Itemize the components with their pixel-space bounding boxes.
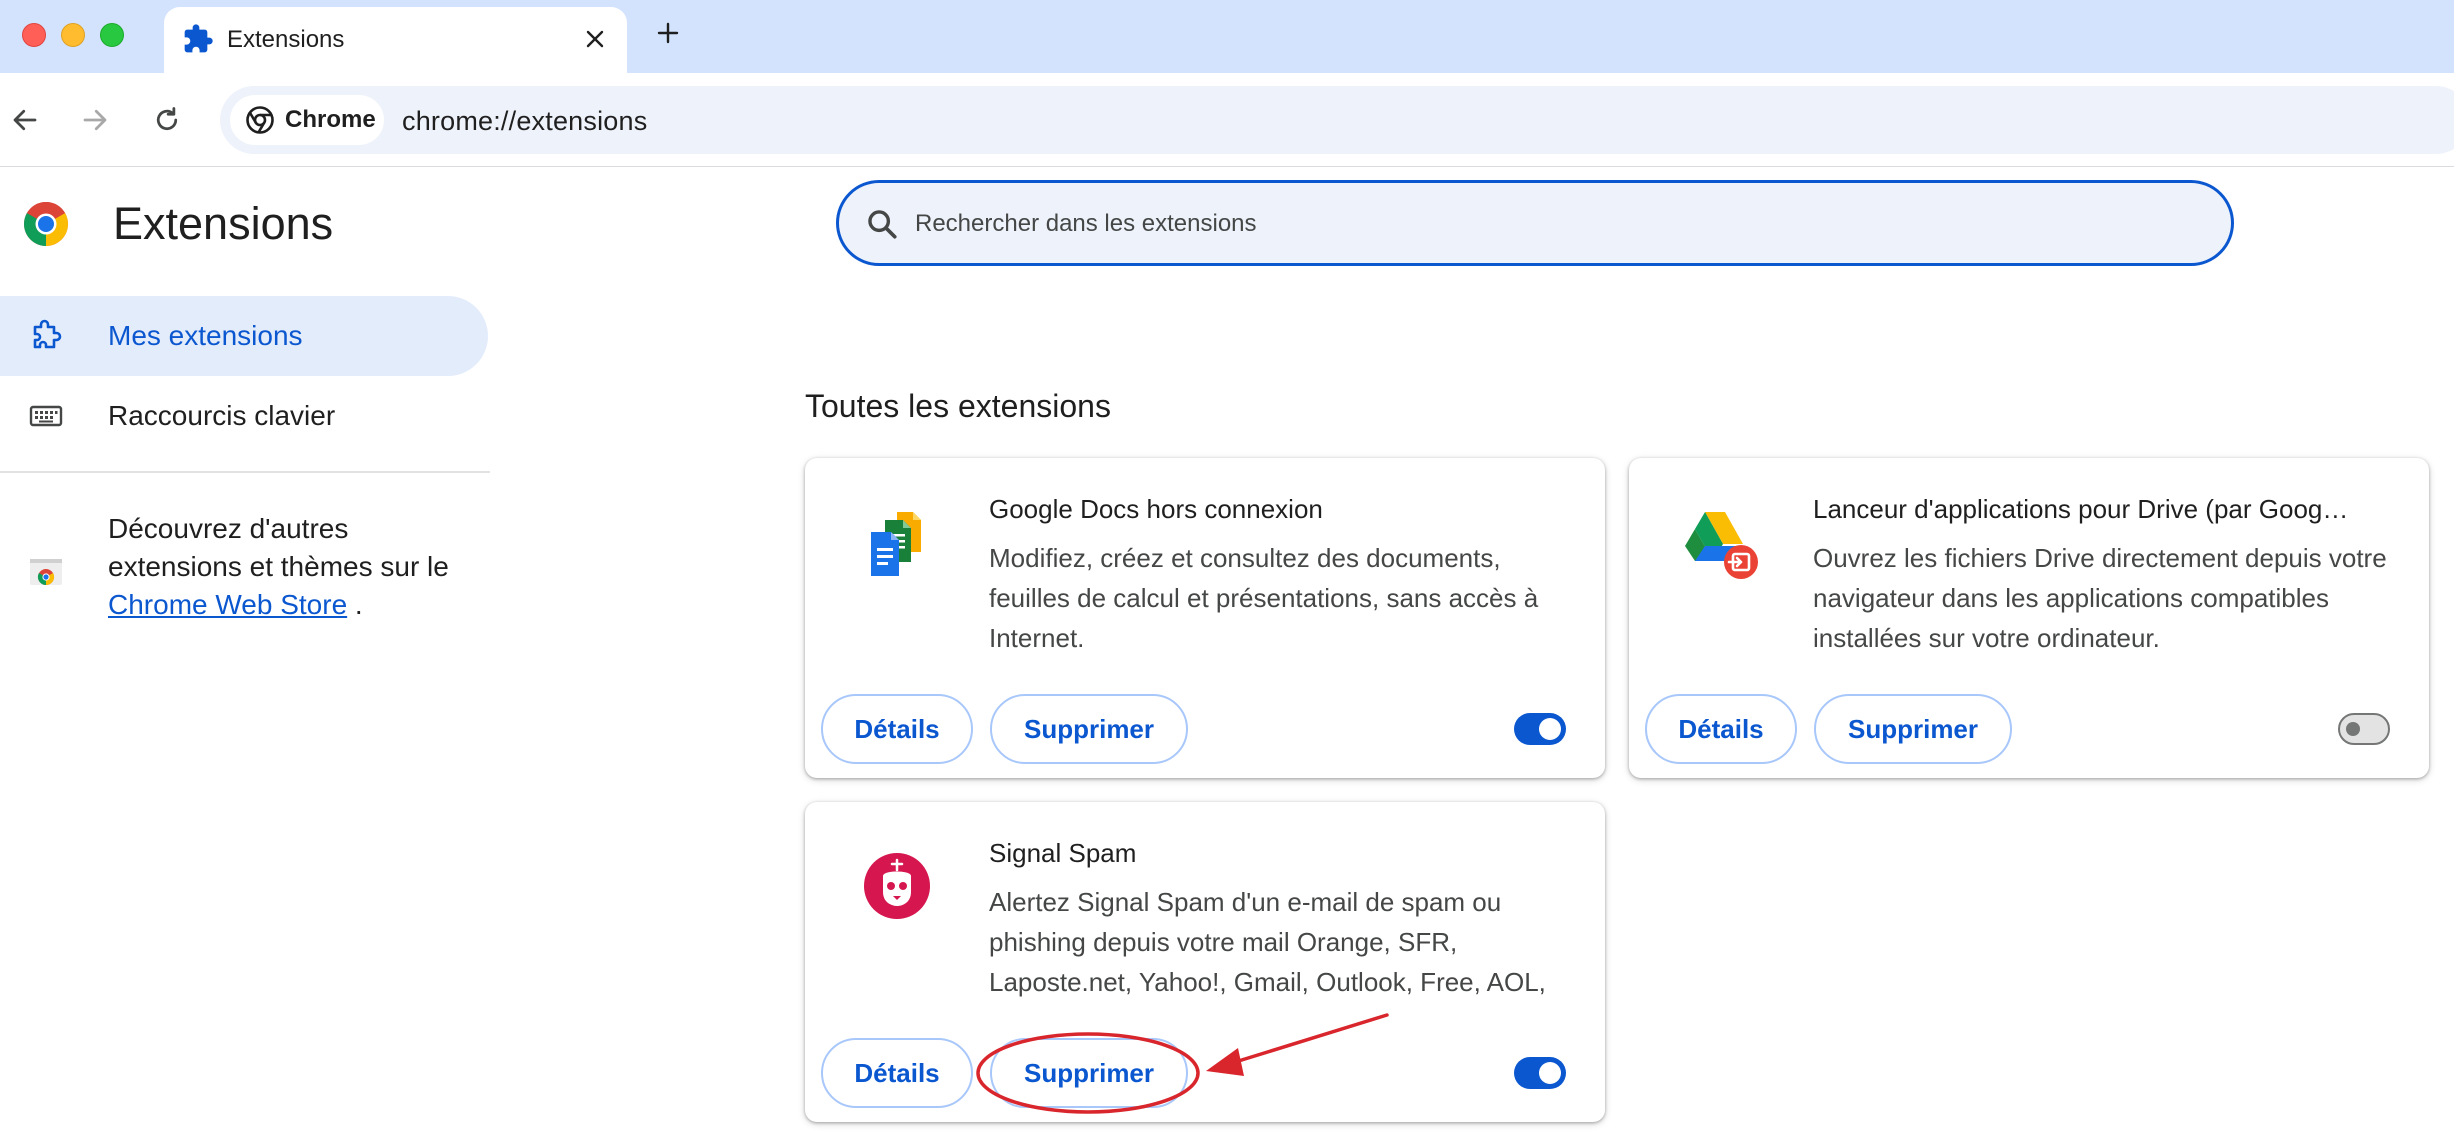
tab-extensions[interactable]: Extensions: [164, 7, 627, 73]
keyboard-icon: [29, 405, 63, 427]
puzzle-icon: [184, 24, 213, 53]
web-store-promo: Découvrez d'autres extensions et thèmes …: [108, 510, 488, 624]
new-tab-button[interactable]: [648, 13, 688, 53]
search-icon: [868, 210, 897, 239]
reload-button[interactable]: [144, 97, 190, 143]
page-title: Extensions: [113, 198, 334, 249]
sidebar-item-label: Mes extensions: [108, 320, 303, 351]
extension-name: Signal Spam: [989, 838, 1137, 868]
extension-card-drive-launcher: Lanceur d'applications pour Drive (par G…: [1629, 458, 2429, 778]
remove-button[interactable]: Supprimer: [990, 694, 1188, 764]
extension-description: Alertez Signal Spam d'un e-mail de spam …: [989, 887, 1546, 997]
site-chip[interactable]: Chrome: [230, 95, 384, 145]
tab-title: Extensions: [227, 26, 345, 53]
sidebar-divider: [0, 471, 490, 473]
sidebar-item-keyboard-shortcuts[interactable]: Raccourcis clavier: [0, 376, 488, 456]
sidebar-item-label: Raccourcis clavier: [108, 400, 336, 431]
tab-strip: Extensions: [0, 0, 2454, 73]
web-store-text-end: .: [347, 589, 363, 620]
extension-card-signal-spam: Signal Spam Alertez Signal Spam d'un e-m…: [805, 802, 1605, 1122]
sidebar-item-my-extensions[interactable]: Mes extensions: [0, 296, 488, 376]
enable-toggle[interactable]: [2338, 713, 2390, 745]
site-chip-label: Chrome: [285, 106, 376, 133]
toggle-knob: [1539, 718, 1561, 740]
google-docs-icon: [871, 512, 921, 576]
details-button[interactable]: Détails: [1645, 694, 1797, 764]
web-store-text: Découvrez d'autres extensions et thèmes …: [108, 513, 449, 582]
extension-name: Lanceur d'applications pour Drive (par G…: [1813, 494, 2349, 524]
forward-button[interactable]: [72, 97, 118, 143]
details-button[interactable]: Détails: [821, 694, 973, 764]
signal-spam-icon: [864, 853, 930, 919]
extension-description: Ouvrez les fichiers Drive directement de…: [1813, 543, 2387, 653]
enable-toggle[interactable]: [1514, 1057, 1566, 1089]
google-drive-icon: [1685, 512, 1758, 579]
details-button[interactable]: Détails: [821, 1038, 973, 1108]
arrow-left-icon: [13, 109, 37, 131]
reload-icon: [156, 107, 178, 131]
address-bar[interactable]: Chrome chrome://extensions: [220, 86, 2454, 154]
extension-icon: [33, 319, 62, 349]
section-title: Toutes les extensions: [805, 388, 1111, 424]
arrow-right-icon: [83, 109, 107, 131]
chrome-web-store-icon: [30, 559, 62, 586]
remove-button[interactable]: Supprimer: [1814, 694, 2012, 764]
toggle-knob: [2346, 722, 2360, 736]
remove-button[interactable]: Supprimer: [990, 1038, 1188, 1108]
close-window-button[interactable]: [22, 23, 46, 47]
browser-toolbar: Chrome chrome://extensions: [0, 73, 2454, 167]
chrome-icon: [246, 106, 274, 134]
plus-icon: [657, 22, 679, 44]
search-bar[interactable]: [836, 180, 2234, 266]
toggle-knob: [1539, 1062, 1561, 1084]
chrome-logo-icon: [24, 202, 68, 246]
maximize-window-button[interactable]: [100, 23, 124, 47]
minimize-window-button[interactable]: [61, 23, 85, 47]
back-button[interactable]: [2, 97, 48, 143]
extension-card-google-docs: Google Docs hors connexion Modifiez, cré…: [805, 458, 1605, 778]
url-text[interactable]: chrome://extensions: [402, 106, 647, 137]
chrome-web-store-link[interactable]: Chrome Web Store: [108, 589, 347, 620]
extension-name: Google Docs hors connexion: [989, 494, 1323, 524]
close-tab-button[interactable]: [573, 17, 617, 61]
enable-toggle[interactable]: [1514, 713, 1566, 745]
search-input[interactable]: [913, 197, 2197, 251]
extension-description: Modifiez, créez et consultez des documen…: [989, 543, 1539, 653]
close-icon: [586, 30, 604, 48]
